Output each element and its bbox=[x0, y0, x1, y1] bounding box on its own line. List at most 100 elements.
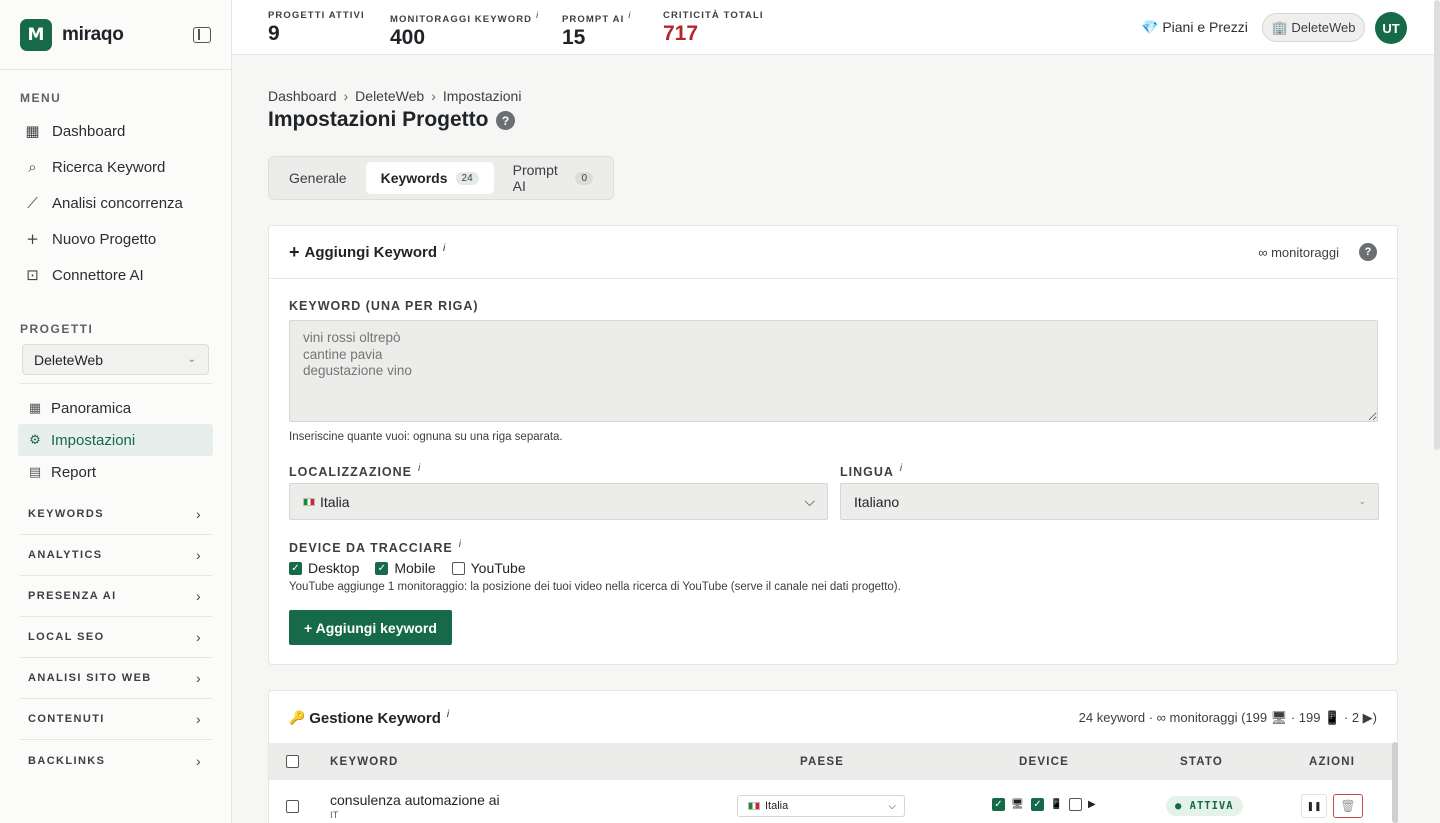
info-icon[interactable]: i bbox=[418, 463, 420, 474]
robot-icon: ⊡ bbox=[26, 266, 39, 284]
breadcrumb-dashboard[interactable]: Dashboard bbox=[268, 88, 337, 104]
select-all-checkbox[interactable] bbox=[286, 755, 299, 768]
tab-generale[interactable]: Generale bbox=[274, 162, 362, 194]
delete-button[interactable]: 🗑 bbox=[1333, 794, 1363, 818]
chevron-right-icon: › bbox=[195, 547, 202, 563]
device-mobile[interactable]: ✓ Mobile bbox=[375, 560, 436, 576]
location-label-text: LOCALIZZAZIONE bbox=[289, 465, 413, 480]
chevron-right-icon: › bbox=[343, 88, 349, 104]
breadcrumb-project[interactable]: DeleteWeb bbox=[355, 88, 424, 104]
italy-flag-icon bbox=[748, 802, 760, 810]
info-icon[interactable]: i bbox=[443, 243, 445, 254]
pause-button[interactable]: ❚❚ bbox=[1301, 794, 1327, 818]
info-icon[interactable]: i bbox=[447, 709, 449, 720]
device-desktop[interactable]: ✓ Desktop bbox=[289, 560, 359, 576]
stat-monitoraggi-keyword: MONITORAGGI KEYWORD i 400 bbox=[390, 10, 539, 50]
group-analisi-sito-web[interactable]: ANALISI SITO WEB › bbox=[20, 658, 212, 699]
trash-icon: 🗑 bbox=[1340, 799, 1356, 813]
checkbox-checked[interactable]: ✓ bbox=[992, 798, 1005, 811]
tab-prompt-ai[interactable]: Prompt AI 0 bbox=[498, 162, 608, 194]
stat-label: PROMPT AI i bbox=[562, 10, 631, 25]
device-desktop-toggle[interactable]: ✓ 🖥 bbox=[992, 798, 1024, 811]
column-paese[interactable]: PAESE bbox=[800, 756, 844, 768]
stat-label-text: MONITORAGGI KEYWORD bbox=[390, 14, 533, 26]
row-checkbox[interactable] bbox=[286, 800, 299, 813]
chevron-right-icon: › bbox=[195, 588, 202, 604]
country-select-value: Italia bbox=[765, 800, 789, 812]
language-select-value: Italiano bbox=[854, 493, 900, 510]
checkbox-checked[interactable]: ✓ bbox=[289, 561, 302, 575]
help-icon[interactable]: ? bbox=[496, 111, 515, 130]
mobile-icon: 📱 bbox=[1050, 799, 1063, 810]
menu-section-label: MENU bbox=[20, 91, 62, 105]
grid-icon: ▦ bbox=[25, 122, 40, 140]
group-backlinks[interactable]: BACKLINKS › bbox=[20, 740, 212, 781]
chevron-right-icon: › bbox=[195, 506, 202, 522]
group-presenza-ai[interactable]: PRESENZA AI › bbox=[20, 576, 212, 617]
menu-item-label: Nuovo Progetto bbox=[52, 230, 157, 248]
table-scrollbar[interactable] bbox=[1392, 742, 1398, 823]
group-contenuti[interactable]: CONTENUTI › bbox=[20, 699, 212, 740]
pricing-link[interactable]: 💎 Piani e Prezzi bbox=[1141, 19, 1248, 36]
device-mobile-toggle[interactable]: ✓ 📱 bbox=[1031, 798, 1062, 811]
info-icon[interactable]: i bbox=[900, 463, 902, 474]
language-field-label: LINGUA i bbox=[840, 463, 902, 479]
column-device[interactable]: DEVICE bbox=[1019, 756, 1069, 768]
menu-item-ricerca-keyword[interactable]: ⌕ Ricerca Keyword bbox=[0, 149, 231, 185]
device-youtube-toggle[interactable]: ▶ bbox=[1069, 798, 1096, 811]
status-badge: ● ATTIVA bbox=[1166, 796, 1243, 816]
project-nav-panoramica[interactable]: ▦ Panoramica bbox=[18, 392, 213, 424]
tab-keywords[interactable]: Keywords 24 bbox=[365, 162, 494, 194]
project-nav-impostazioni[interactable]: ⚙ Impostazioni bbox=[18, 424, 213, 456]
column-stato[interactable]: STATO bbox=[1180, 756, 1223, 768]
group-label: LOCAL SEO bbox=[28, 631, 105, 643]
checkbox-checked[interactable]: ✓ bbox=[375, 561, 389, 575]
table-row: consulenza automazione ai IT Italia ⌵ ✓ 🖥… bbox=[269, 780, 1397, 823]
keyword-name: consulenza automazione ai bbox=[330, 792, 500, 808]
project-nav-report[interactable]: ▤ Report bbox=[18, 456, 213, 488]
monitor-icon: 🖥 bbox=[1011, 799, 1024, 810]
add-keyword-button[interactable]: + Aggiungi keyword bbox=[289, 610, 452, 645]
stat-value: 9 bbox=[268, 22, 280, 45]
group-analytics[interactable]: ANALYTICS › bbox=[20, 535, 212, 576]
info-icon[interactable]: i bbox=[628, 10, 631, 20]
project-nav: ▦ Panoramica ⚙ Impostazioni ▤ Report bbox=[18, 392, 213, 488]
stat-progetti-attivi: PROGETTI ATTIVI 9 bbox=[268, 10, 365, 46]
plus-icon: + bbox=[26, 230, 39, 248]
plus-icon: + bbox=[289, 241, 300, 262]
project-select[interactable]: DeleteWeb ⌄ bbox=[22, 344, 209, 375]
chevron-down-icon: ⌄ bbox=[1358, 496, 1366, 506]
account-button[interactable]: 🏢 DeleteWeb bbox=[1262, 13, 1365, 42]
checkbox-checked[interactable]: ✓ bbox=[1031, 798, 1044, 811]
stat-value: 717 bbox=[663, 22, 699, 45]
device-youtube[interactable]: YouTube bbox=[451, 560, 526, 576]
menu-item-analisi-concorrenza[interactable]: ⟋ Analisi concorrenza bbox=[0, 185, 231, 221]
menu-item-dashboard[interactable]: ▦ Dashboard bbox=[0, 113, 231, 149]
group-keywords[interactable]: KEYWORDS › bbox=[20, 494, 212, 535]
menu-item-label: Dashboard bbox=[52, 122, 126, 140]
device-label-text: DEVICE DA TRACCIARE bbox=[289, 541, 453, 556]
menu-item-connettore-ai[interactable]: ⊡ Connettore AI bbox=[0, 257, 231, 293]
help-icon[interactable]: ? bbox=[1359, 243, 1377, 261]
sidebar-toggle-icon[interactable] bbox=[193, 26, 211, 43]
tab-label: Prompt AI bbox=[512, 162, 558, 194]
add-keyword-card: + Aggiungi Keyword i ∞ monitoraggi ? KEYW… bbox=[268, 225, 1398, 665]
checkbox-unchecked[interactable] bbox=[1069, 798, 1082, 811]
keyword-textarea[interactable] bbox=[289, 320, 1378, 422]
country-select[interactable]: Italia ⌵ bbox=[737, 795, 905, 817]
chevron-right-icon: › bbox=[195, 711, 202, 727]
location-select[interactable]: Italia ⌵ bbox=[289, 483, 828, 520]
play-icon: ▶ bbox=[1088, 799, 1096, 810]
menu-item-nuovo-progetto[interactable]: + Nuovo Progetto bbox=[0, 221, 231, 257]
info-icon[interactable]: i bbox=[459, 539, 461, 550]
group-local-seo[interactable]: LOCAL SEO › bbox=[20, 617, 212, 658]
checkbox-unchecked[interactable] bbox=[451, 561, 465, 575]
card-header-right: ∞ monitoraggi ? bbox=[1258, 243, 1377, 261]
avatar[interactable]: UT bbox=[1375, 12, 1407, 44]
stat-value: 400 bbox=[390, 26, 426, 50]
language-select[interactable]: Italiano ⌄ bbox=[840, 483, 1379, 520]
page-scrollbar[interactable] bbox=[1434, 0, 1440, 450]
column-keyword[interactable]: KEYWORD bbox=[330, 756, 398, 768]
group-label: ANALISI SITO WEB bbox=[28, 672, 152, 684]
info-icon[interactable]: i bbox=[536, 10, 539, 20]
